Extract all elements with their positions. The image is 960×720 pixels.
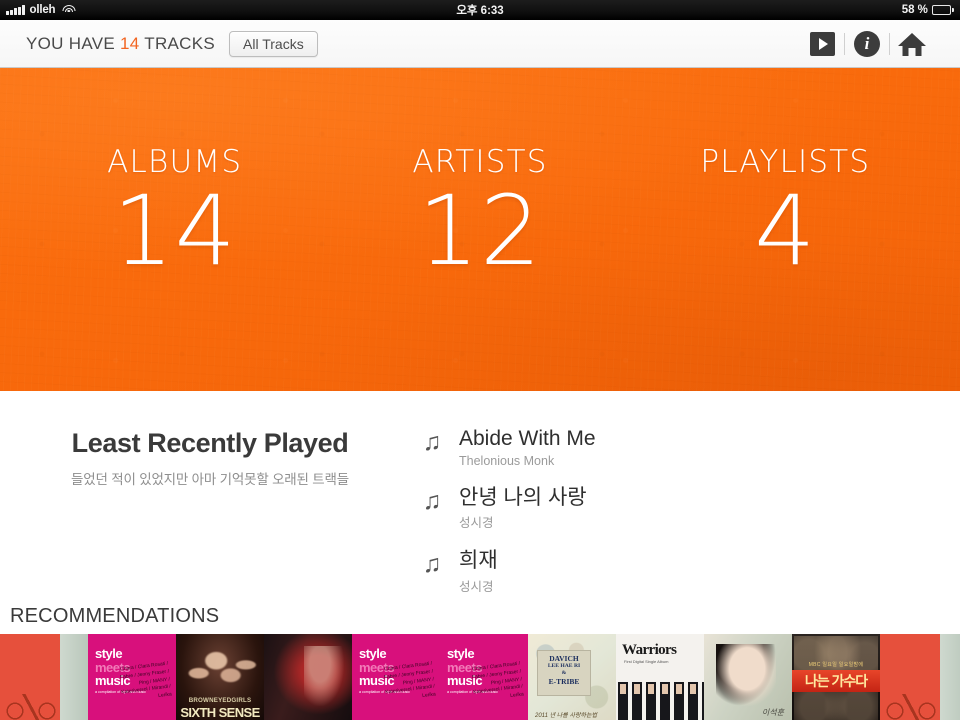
track-list: ♫ Abide With Me Thelonious Monk ♫ 안녕 나의 사랑성시… xyxy=(420,421,960,605)
album-artist-cloud: Chara / Clara Rosati / Fabre / Jenny Fra… xyxy=(383,660,437,700)
red-bicycle-album[interactable] xyxy=(0,634,88,720)
least-recently-played-heading-block: Least Recently Played 들었던 적이 있었지만 아마 기억못… xyxy=(0,421,420,605)
album-artist-cloud: Chara / Clara Rosati / Fabre / Jenny Fra… xyxy=(119,660,173,700)
hero-stat-value: 12 xyxy=(417,175,543,288)
hero-stats-row: ALBUMS 14 ARTISTS 12 PLAYLISTS 4 xyxy=(0,68,960,391)
home-button[interactable] xyxy=(890,20,934,68)
album-subtitle-text: First Digital Single Album xyxy=(624,659,669,664)
app-toolbar: YOU HAVE 14 TRACKS All Tracks i xyxy=(0,20,960,68)
warriors-album[interactable]: Warriors First Digital Single Album xyxy=(616,634,704,720)
all-tracks-button[interactable]: All Tracks xyxy=(229,30,318,57)
album-title-box: DAVICH LEE HAE RI & E-TRIBE xyxy=(537,650,591,696)
section-subtitle: 들었던 적이 있었지만 아마 기억못할 오래된 트랙들 xyxy=(71,471,349,487)
battery-icon xyxy=(931,5,954,15)
music-note-icon: ♫ xyxy=(422,486,442,515)
ios-status-bar: olleh 오후 6:33 58 % xyxy=(0,0,960,20)
i-am-a-singer-album[interactable]: MBC 일요일 일요일밤에나는 가수다 xyxy=(792,634,880,720)
album-title-text: SIXTH SENSE xyxy=(180,705,260,720)
track-list-item[interactable]: ♫ 안녕 나의 사랑성시경 xyxy=(420,486,960,532)
status-bar-right: 58 % xyxy=(902,4,954,16)
album-group-photo xyxy=(616,682,704,720)
hero-stat-artists[interactable]: ARTISTS 12 xyxy=(327,147,632,282)
info-icon: i xyxy=(854,30,880,57)
recommendations-strip[interactable]: style meets music a compilation of style an… xyxy=(0,634,960,720)
status-bar-time: 오후 6:33 xyxy=(456,5,504,17)
play-button[interactable] xyxy=(800,20,844,68)
brown-eyed-girls-sixth-sense-album[interactable]: BROWNEYEDGIRLS SIXTH SENSE xyxy=(176,634,264,720)
recommendations-section: RECOMMENDATIONS style meets music a compila… xyxy=(0,605,960,720)
toolbar-actions: i xyxy=(800,20,934,68)
hero-stat-value: 14 xyxy=(112,175,237,288)
track-artist: 성시경 xyxy=(459,516,494,531)
track-title: 안녕 나의 사랑 xyxy=(459,485,587,509)
home-icon xyxy=(898,32,926,56)
track-count-number: 14 xyxy=(120,33,140,53)
album-signature-text: 이석훈 xyxy=(761,708,784,717)
track-title: 희재 xyxy=(459,549,498,573)
style-meets-music-album[interactable]: style meets music a compilation of style an… xyxy=(88,634,176,720)
signal-bars-icon xyxy=(6,5,25,15)
album-artist-cloud: Chara / Clara Rosati / Fabre / Jenny Fra… xyxy=(471,660,525,700)
hero-stat-value: 4 xyxy=(754,175,817,288)
hero-stat-label: ALBUMS xyxy=(107,144,243,181)
track-count-label: YOU HAVE 14 TRACKS xyxy=(26,34,215,54)
carrier-label: olleh xyxy=(29,4,56,16)
hero-stat-playlists[interactable]: PLAYLISTS 4 xyxy=(633,147,938,282)
music-note-icon: ♫ xyxy=(422,550,442,579)
hero-stat-albums[interactable]: ALBUMS 14 xyxy=(22,147,327,282)
track-count-suffix: TRACKS xyxy=(144,33,216,53)
info-button[interactable]: i xyxy=(845,20,889,68)
style-meets-music-album-3[interactable]: style meets music a compilation of style an… xyxy=(440,634,528,720)
album-title-text: Warriors xyxy=(622,642,677,658)
dark-portrait-album[interactable] xyxy=(264,634,352,720)
album-handwriting-text: 2011 년 나를 사랑하는법 xyxy=(535,713,598,719)
track-title: Abide With Me xyxy=(459,427,596,450)
track-artist: 성시경 xyxy=(459,579,494,594)
recommendations-heading: RECOMMENDATIONS xyxy=(10,605,220,627)
album-artist-text: BROWNEYEDGIRLS xyxy=(188,697,252,704)
track-artist: Thelonious Monk xyxy=(459,453,555,468)
hero-stats-banner: ALBUMS 14 ARTISTS 12 PLAYLISTS 4 xyxy=(0,68,960,391)
battery-percent-label: 58 % xyxy=(901,4,928,16)
album-title-text: 나는 가수다 xyxy=(792,670,880,692)
davich-lee-hae-ri-e-tribe-album[interactable]: DAVICH LEE HAE RI & E-TRIBE 2011 년 나를 사랑하는법 xyxy=(528,634,616,720)
style-meets-music-album-2[interactable]: style meets music a compilation of style an… xyxy=(352,634,440,720)
wifi-icon xyxy=(62,5,76,15)
app-root: olleh 오후 6:33 58 % YOU HAVE 14 TRACKS Al… xyxy=(0,0,960,720)
red-bicycle-album-2[interactable] xyxy=(880,634,960,720)
sleeping-portrait-album[interactable]: 이석훈 xyxy=(704,634,792,720)
track-list-item[interactable]: ♫ Abide With Me Thelonious Monk xyxy=(420,427,960,468)
least-recently-played-section: Least Recently Played 들었던 적이 있었지만 아마 기억못… xyxy=(0,391,960,605)
play-icon xyxy=(809,31,835,56)
album-subtitle-text: MBC 일요일 일요일밤에 xyxy=(808,662,864,668)
music-note-icon: ♫ xyxy=(422,428,442,456)
track-count-prefix: YOU HAVE xyxy=(26,33,115,53)
section-title: Least Recently Played xyxy=(71,428,349,458)
hero-stat-label: PLAYLISTS xyxy=(700,144,871,181)
hero-stat-label: ARTISTS xyxy=(412,144,548,181)
status-bar-left: olleh xyxy=(6,4,76,16)
track-list-item[interactable]: ♫ 희재성시경 xyxy=(420,549,960,595)
